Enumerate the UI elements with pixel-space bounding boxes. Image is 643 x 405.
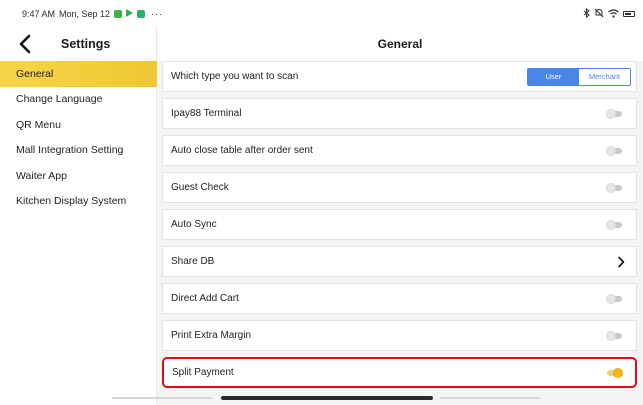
auto-close-table-toggle[interactable]	[606, 145, 624, 156]
scan-type-merchant-option[interactable]: Merchant	[579, 68, 630, 85]
direct-add-cart-row: Direct Add Cart	[162, 283, 637, 314]
back-button[interactable]	[16, 33, 36, 55]
row-label: Guest Check	[171, 182, 229, 193]
main-header: General	[157, 26, 643, 61]
row-label: Direct Add Cart	[171, 293, 239, 304]
status-bar: 9:47 AM Mon, Sep 12 ···	[0, 0, 643, 26]
auto-sync-row: Auto Sync	[162, 209, 637, 240]
status-time: 9:47 AM	[22, 9, 56, 19]
ipay88-terminal-row: Ipay88 Terminal	[162, 98, 637, 129]
row-label: Auto close table after order sent	[171, 145, 313, 156]
sidebar-item-general[interactable]: General	[0, 61, 157, 87]
chevron-right-icon[interactable]	[616, 256, 626, 268]
general-settings-panel: General Which type you want to scan User…	[157, 26, 643, 405]
message-app-icon	[114, 10, 123, 18]
scan-type-row: Which type you want to scan User Merchan…	[162, 61, 637, 92]
row-label: Split Payment	[172, 367, 234, 378]
app-icon	[137, 10, 146, 18]
print-extra-margin-toggle[interactable]	[606, 330, 624, 341]
bluetooth-icon	[583, 7, 590, 20]
wifi-icon	[608, 8, 619, 20]
sidebar-item-kitchen-display[interactable]: Kitchen Display System	[0, 189, 157, 215]
sidebar-item-change-language[interactable]: Change Language	[0, 87, 157, 113]
row-label: Auto Sync	[171, 219, 217, 230]
share-db-row[interactable]: Share DB	[162, 246, 637, 277]
sidebar-item-waiter-app[interactable]: Waiter App	[0, 163, 157, 189]
row-label: Ipay88 Terminal	[171, 108, 242, 119]
nav-indicator-right	[440, 397, 540, 399]
guest-check-toggle[interactable]	[606, 182, 624, 193]
settings-sidebar: Settings General Change Language QR Menu…	[0, 26, 157, 405]
guest-check-row: Guest Check	[162, 172, 637, 203]
row-label: Which type you want to scan	[171, 71, 299, 82]
ipay88-terminal-toggle[interactable]	[606, 108, 624, 119]
nav-indicator-left	[112, 397, 212, 399]
mute-icon	[594, 8, 604, 20]
scan-type-segmented-control: User Merchant	[527, 67, 631, 86]
split-payment-toggle[interactable]	[605, 367, 623, 378]
chevron-left-icon	[19, 34, 31, 54]
sidebar-item-mall-integration[interactable]: Mall Integration Setting	[0, 138, 157, 164]
row-label: Share DB	[171, 256, 215, 267]
sidebar-title: Settings	[61, 37, 111, 51]
split-payment-row: Split Payment	[162, 357, 637, 388]
page-title: General	[377, 37, 423, 51]
auto-sync-toggle[interactable]	[606, 219, 624, 230]
status-bar-right	[583, 7, 635, 20]
home-indicator[interactable]	[221, 396, 433, 400]
sidebar-header: Settings	[0, 26, 157, 61]
row-label: Print Extra Margin	[171, 330, 252, 341]
scan-type-user-option[interactable]: User	[528, 68, 579, 85]
more-notifications-icon: ···	[151, 9, 164, 19]
play-store-icon	[126, 9, 134, 19]
sidebar-item-qr-menu[interactable]: QR Menu	[0, 112, 157, 138]
status-date: Mon, Sep 12	[59, 9, 111, 19]
battery-icon	[623, 11, 635, 17]
sidebar-menu: General Change Language QR Menu Mall Int…	[0, 61, 157, 214]
print-extra-margin-row: Print Extra Margin	[162, 320, 637, 351]
status-bar-left: 9:47 AM Mon, Sep 12 ···	[22, 9, 163, 19]
direct-add-cart-toggle[interactable]	[606, 293, 624, 304]
auto-close-table-row: Auto close table after order sent	[162, 135, 637, 166]
